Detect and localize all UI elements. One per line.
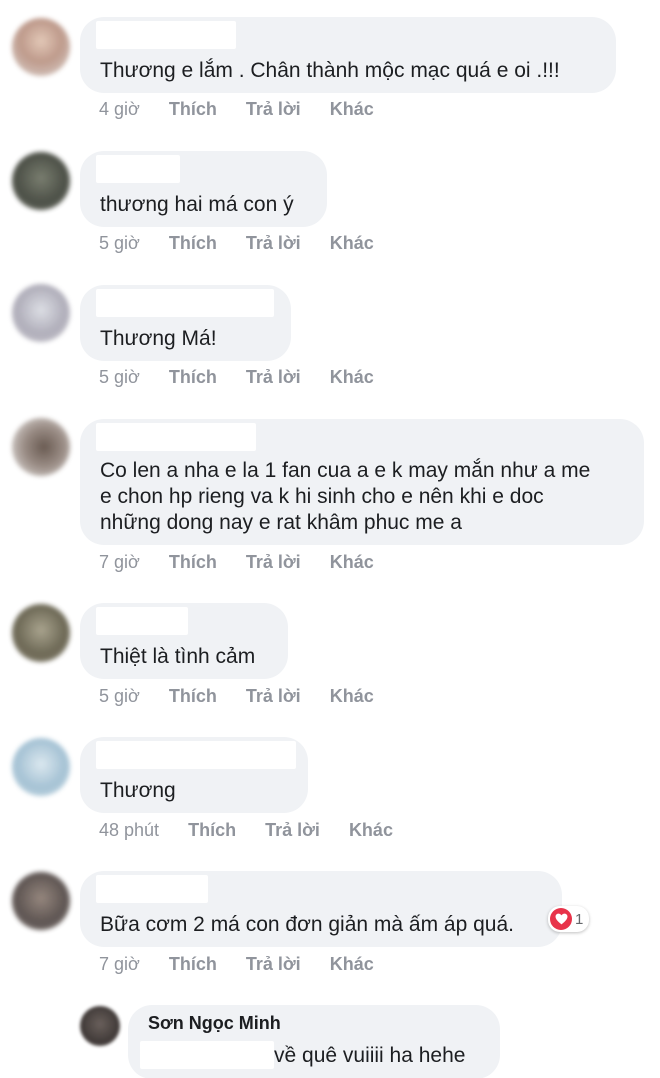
like-button[interactable]: Thích [169, 954, 217, 975]
reply-button[interactable]: Trả lời [246, 686, 301, 707]
comment-text: Bữa cơm 2 má con đơn giản mà ấm áp quá. [100, 913, 514, 936]
reply-button[interactable]: Trả lời [246, 552, 301, 573]
comment-bubble: Bữa cơm 2 má con đơn giản mà ấm áp quá. [80, 871, 562, 947]
like-button[interactable]: Thích [169, 367, 217, 388]
avatar[interactable] [12, 152, 70, 210]
author-name-redacted [96, 607, 188, 635]
like-button[interactable]: Thích [169, 552, 217, 573]
comment-actions: 5 giờ Thích Trả lời Khác [99, 233, 398, 254]
avatar[interactable] [80, 1006, 120, 1046]
reply-text: về quê vuiiii ha hehe [274, 1044, 466, 1067]
reply-button[interactable]: Trả lời [246, 99, 301, 120]
author-name-redacted [96, 875, 208, 903]
comment-actions: 7 giờ Thích Trả lời Khác [99, 954, 398, 975]
comment-time[interactable]: 48 phút [99, 820, 159, 841]
avatar[interactable] [12, 604, 70, 662]
comment-time[interactable]: 5 giờ [99, 367, 140, 388]
reply-button[interactable]: Trả lời [265, 820, 320, 841]
author-name-redacted [96, 423, 256, 451]
avatar[interactable] [12, 18, 70, 76]
more-button[interactable]: Khác [330, 99, 374, 120]
comment-bubble: thương hai má con ý [80, 151, 327, 227]
reply-author-name[interactable]: Sơn Ngọc Minh [148, 1013, 281, 1034]
like-button[interactable]: Thích [169, 233, 217, 254]
avatar[interactable] [12, 872, 70, 930]
more-button[interactable]: Khác [330, 954, 374, 975]
comment-time[interactable]: 5 giờ [99, 233, 140, 254]
avatar[interactable] [12, 284, 70, 342]
reply-button[interactable]: Trả lời [246, 954, 301, 975]
more-button[interactable]: Khác [330, 686, 374, 707]
reply-bubble: Sơn Ngọc Minh về quê vuiiii ha hehe [128, 1005, 500, 1078]
comment-actions: 5 giờ Thích Trả lời Khác [99, 686, 398, 707]
comment-actions: 48 phút Thích Trả lời Khác [99, 820, 417, 841]
more-button[interactable]: Khác [330, 233, 374, 254]
author-name-redacted [96, 741, 296, 769]
comment-text: Thương Má! [100, 327, 217, 350]
more-button[interactable]: Khác [330, 367, 374, 388]
reaction-count[interactable]: 1 [548, 906, 590, 932]
comment-time[interactable]: 4 giờ [99, 99, 140, 120]
comment-bubble: Thương [80, 737, 308, 813]
comment-time[interactable]: 7 giờ [99, 954, 140, 975]
reply-button[interactable]: Trả lời [246, 233, 301, 254]
reaction-count-label: 1 [575, 910, 584, 928]
heart-icon [550, 908, 572, 930]
like-button[interactable]: Thích [169, 99, 217, 120]
author-name-redacted [96, 289, 274, 317]
avatar[interactable] [12, 738, 70, 796]
comment-time[interactable]: 5 giờ [99, 686, 140, 707]
reply-button[interactable]: Trả lời [246, 367, 301, 388]
comment-text: thương hai má con ý [100, 193, 294, 216]
like-button[interactable]: Thích [169, 686, 217, 707]
more-button[interactable]: Khác [349, 820, 393, 841]
comment-actions: 5 giờ Thích Trả lời Khác [99, 367, 398, 388]
comment-time[interactable]: 7 giờ [99, 552, 140, 573]
like-button[interactable]: Thích [188, 820, 236, 841]
comment-bubble: Thiệt là tình cảm [80, 603, 288, 679]
tagged-name-redacted [140, 1041, 274, 1069]
comment-text: Thương e lắm . Chân thành mộc mạc quá e … [100, 59, 560, 82]
comment-text: Thiệt là tình cảm [100, 645, 256, 668]
comment-actions: 7 giờ Thích Trả lời Khác [99, 552, 398, 573]
author-name-redacted [96, 155, 180, 183]
comment-bubble: Co len a nha e la 1 fan cua a e k may mắ… [80, 419, 644, 545]
avatar[interactable] [12, 418, 70, 476]
more-button[interactable]: Khác [330, 552, 374, 573]
comment-bubble: Thương e lắm . Chân thành mộc mạc quá e … [80, 17, 616, 93]
comment-actions: 4 giờ Thích Trả lời Khác [99, 99, 398, 120]
comment-text-line: những dong nay e rat khâm phuc me a [100, 511, 462, 534]
comment-text: Thương [100, 779, 176, 802]
comment-bubble: Thương Má! [80, 285, 291, 361]
author-name-redacted [96, 21, 236, 49]
